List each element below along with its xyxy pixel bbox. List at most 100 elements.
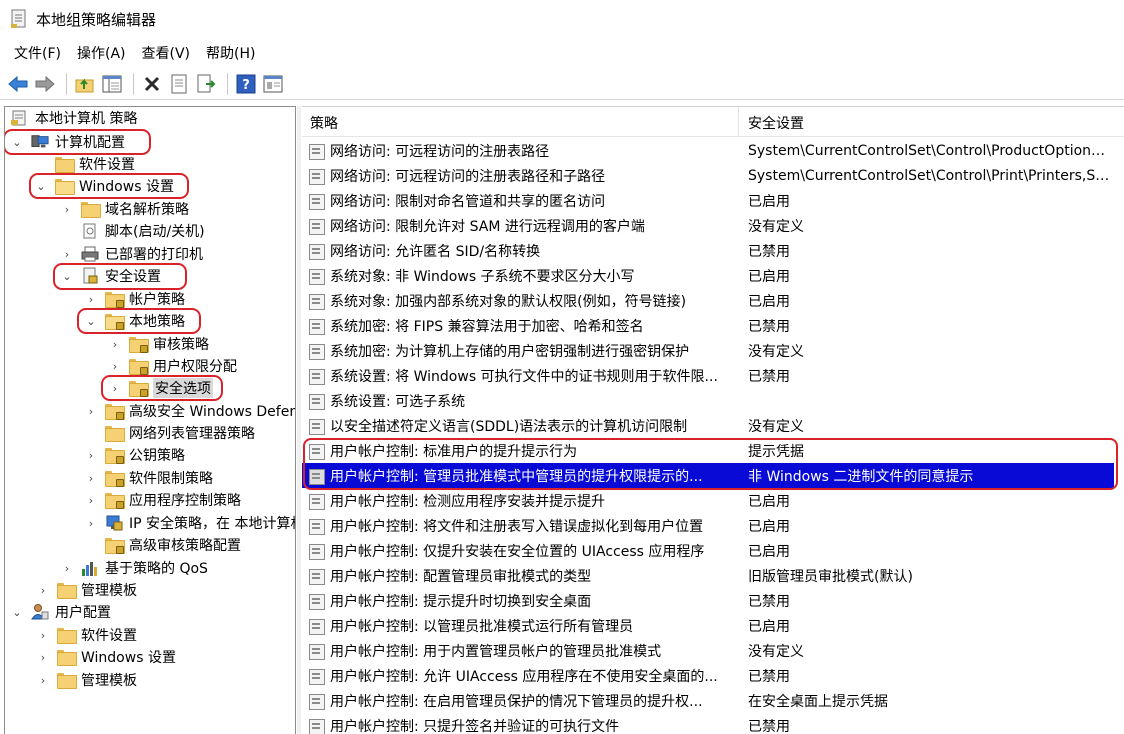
svg-text:?: ? [242,78,250,93]
export-list-icon[interactable] [194,72,218,96]
column-divider[interactable] [738,107,739,137]
chevron-right-icon[interactable]: › [85,517,97,530]
table-row[interactable]: 系统加密: 为计算机上存储的用户密钥强制进行强密钥保护 没有定义 [302,338,1114,363]
tree-item-user-rights-assignment[interactable]: › 用户权限分配 [109,355,237,377]
table-row[interactable]: 用户帐户控制: 用于内置管理员帐户的管理员批准模式 没有定义 [302,638,1114,663]
back-arrow-icon[interactable] [6,72,30,96]
chevron-right-icon[interactable]: › [61,248,73,261]
chevron-right-icon[interactable]: › [37,651,49,664]
chevron-down-icon[interactable]: ⌄ [61,270,73,283]
policy-name: 系统加密: 将 FIPS 兼容算法用于加密、哈希和签名 [330,318,644,335]
table-row[interactable]: 用户帐户控制: 将文件和注册表写入错误虚拟化到每用户位置 已启用 [302,513,1114,538]
chevron-down-icon[interactable]: ⌄ [35,180,47,193]
table-row[interactable]: 网络访问: 允许匿名 SID/名称转换 已禁用 [302,238,1114,263]
chevron-right-icon[interactable]: › [37,674,49,687]
chevron-right-icon[interactable]: › [85,449,97,462]
tree-item-local-computer-policy[interactable]: 本地计算机 策略 [11,107,137,129]
table-row[interactable]: 用户帐户控制: 标准用户的提升提示行为 提示凭据 [302,438,1114,463]
chevron-right-icon[interactable]: › [61,203,73,216]
table-row[interactable]: 用户帐户控制: 仅提升安装在安全位置的 UIAccess 应用程序 已启用 [302,538,1114,563]
tree-item-user-software-settings[interactable]: › 软件设置 [37,624,137,646]
chevron-down-icon[interactable]: ⌄ [85,315,97,328]
pane-splitter[interactable] [297,106,301,734]
up-folder-icon[interactable] [73,72,97,96]
table-row[interactable]: 网络访问: 限制允许对 SAM 进行远程调用的客户端 没有定义 [302,213,1114,238]
policy-setting-icon [308,643,326,660]
column-header-security-setting[interactable]: 安全设置 [748,113,804,133]
chevron-right-icon[interactable]: › [109,338,121,351]
policy-setting-icon [308,493,326,510]
tree-item-advanced-audit[interactable]: 高级审核策略配置 [105,534,241,556]
tree-item-account-policies[interactable]: › 帐户策略 [85,288,185,310]
tree-item-user-config[interactable]: ⌄ 用户配置 [11,601,111,623]
help-icon[interactable]: ? [234,72,258,96]
chevron-right-icon[interactable]: › [109,360,121,373]
table-row[interactable]: 网络访问: 限制对命名管道和共享的匿名访问 已启用 [302,188,1114,213]
policy-list[interactable]: ^ 策略 安全设置 网络访问: 可远程访问的注册表路径 System\Curren… [302,106,1124,734]
table-row[interactable]: 系统加密: 将 FIPS 兼容算法用于加密、哈希和签名 已禁用 [302,313,1114,338]
table-row[interactable]: 以安全描述符定义语言(SDDL)语法表示的计算机访问限制 没有定义 [302,413,1114,438]
tree-item-policy-based-qos[interactable]: › 基于策略的 QoS [61,557,208,579]
tree-item-scripts[interactable]: 脚本(启动/关机) [81,220,205,242]
policy-setting-icon [308,318,326,335]
table-row[interactable]: 网络访问: 可远程访问的注册表路径 System\CurrentControlSe… [302,138,1114,163]
delete-icon[interactable] [140,72,164,96]
table-row[interactable]: 用户帐户控制: 只提升签名并验证的可执行文件 已禁用 [302,713,1114,734]
locked-folder-icon [105,404,125,420]
chevron-right-icon[interactable]: › [85,405,97,418]
tree-item-user-windows-settings[interactable]: › Windows 设置 [37,646,176,668]
chevron-down-icon[interactable]: ⌄ [11,136,23,149]
menu-view[interactable]: 查看(V) [134,41,199,65]
chevron-right-icon[interactable]: › [109,382,121,395]
tree-item-security-options[interactable]: › 安全选项 [109,377,213,399]
tree-item-dns-policy[interactable]: › 域名解析策略 [61,198,189,220]
column-header-policy[interactable]: 策略 [310,113,338,133]
menu-file[interactable]: 文件(F) [6,41,69,65]
show-hide-tree-icon[interactable] [100,72,124,96]
tree-item-windows-defender-firewall[interactable]: › 高级安全 Windows Defender 防火墙 [85,400,295,422]
view-icon[interactable] [261,72,285,96]
list-header: ^ 策略 安全设置 [302,107,1124,137]
tree-item-security-settings[interactable]: ⌄ 安全设置 [61,265,161,287]
folder-icon [57,583,77,599]
table-row[interactable]: 用户帐户控制: 在启用管理员保护的情况下管理员的提升权... 在安全桌面上提示凭据 [302,688,1114,713]
chevron-right-icon[interactable]: › [61,562,73,575]
tree-item-computer-config[interactable]: ⌄ 计算机配置 [11,131,125,153]
tree-item-deployed-printers[interactable]: › 已部署的打印机 [61,243,203,265]
policy-setting-icon [308,393,326,410]
table-row[interactable]: 用户帐户控制: 提示提升时切换到安全桌面 已禁用 [302,588,1114,613]
tree-item-audit-policy[interactable]: › 审核策略 [109,333,209,355]
tree-item-ip-security[interactable]: › IP 安全策略，在 本地计算机 [85,512,295,534]
table-row[interactable]: 网络访问: 可远程访问的注册表路径和子路径 System\CurrentContr… [302,163,1114,188]
tree-item-software-restriction[interactable]: › 软件限制策略 [85,467,213,489]
chevron-right-icon[interactable]: › [85,472,97,485]
table-row[interactable]: 系统设置: 可选子系统 [302,388,1114,413]
table-row[interactable]: 系统对象: 加强内部系统对象的默认权限(例如，符号链接) 已启用 [302,288,1114,313]
chevron-right-icon[interactable]: › [85,293,97,306]
tree-item-windows-settings[interactable]: ⌄ Windows 设置 [35,175,174,197]
folder-icon [57,628,77,644]
chevron-down-icon[interactable]: ⌄ [11,606,23,619]
chevron-right-icon[interactable]: › [85,494,97,507]
tree-item-admin-templates[interactable]: › 管理模板 [37,579,137,601]
table-row[interactable]: 用户帐户控制: 允许 UIAccess 应用程序在不使用安全桌面的... 已禁用 [302,663,1114,688]
chevron-right-icon[interactable]: › [37,584,49,597]
tree-item-network-list-manager[interactable]: 网络列表管理器策略 [105,422,255,444]
properties-icon[interactable] [167,72,191,96]
tree-item-software-settings[interactable]: 软件设置 [55,153,135,175]
chevron-right-icon[interactable]: › [37,629,49,642]
tree-item-user-admin-templates[interactable]: › 管理模板 [37,669,137,691]
menu-help[interactable]: 帮助(H) [198,41,263,65]
menu-action[interactable]: 操作(A) [69,41,134,65]
tree-item-public-key-policies[interactable]: › 公钥策略 [85,444,185,466]
table-row[interactable]: 用户帐户控制: 配置管理员审批模式的类型 旧版管理员审批模式(默认) [302,563,1114,588]
table-row[interactable]: 系统设置: 将 Windows 可执行文件中的证书规则用于软件限... 已禁用 [302,363,1114,388]
tree-item-app-control[interactable]: › 应用程序控制策略 [85,489,241,511]
table-row[interactable]: 用户帐户控制: 以管理员批准模式运行所有管理员 已启用 [302,613,1114,638]
tree-item-local-policies[interactable]: ⌄ 本地策略 [85,310,185,332]
table-row[interactable]: 用户帐户控制: 检测应用程序安装并提示提升 已启用 [302,488,1114,513]
forward-arrow-icon[interactable] [33,72,57,96]
table-row[interactable]: 系统对象: 非 Windows 子系统不要求区分大小写 已启用 [302,263,1114,288]
console-tree[interactable]: 本地计算机 策略 ⌄ 计算机配置 软件设置 ⌄ Windows 设置 › 域名解… [4,106,296,734]
table-row[interactable]: 用户帐户控制: 管理员批准模式中管理员的提升权限提示的... 非 Windows … [302,463,1114,488]
